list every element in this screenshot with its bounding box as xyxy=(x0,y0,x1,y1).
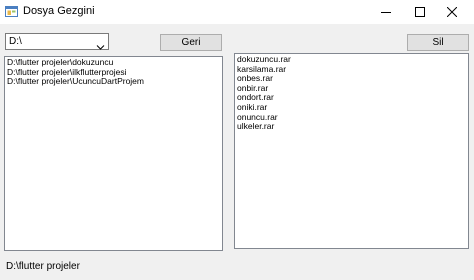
close-icon xyxy=(447,7,457,17)
minimize-icon xyxy=(381,12,391,13)
file-list-item[interactable]: ondort.rar xyxy=(235,93,468,103)
maximize-icon xyxy=(415,7,425,17)
current-path-label: D:\flutter projeler xyxy=(6,261,80,272)
drive-select[interactable]: D:\ xyxy=(5,33,109,50)
close-button[interactable] xyxy=(430,0,474,24)
window-title: Dosya Gezgini xyxy=(23,5,95,17)
file-list-item[interactable]: ulkeler.rar xyxy=(235,122,468,132)
drive-select-value: D:\ xyxy=(9,36,22,47)
folder-list-item[interactable]: D:\flutter projeler\UcuncuDartProjem xyxy=(5,77,222,87)
file-list-item[interactable]: onbes.rar xyxy=(235,74,468,84)
app-form-icon xyxy=(5,5,18,18)
back-button[interactable]: Geri xyxy=(160,34,222,51)
title-bar[interactable]: Dosya Gezgini xyxy=(0,0,474,24)
folder-list[interactable]: D:\flutter projeler\dokuzuncu D:\flutter… xyxy=(4,56,223,251)
file-list[interactable]: dokuzuncu.rar karsilama.rar onbes.rar on… xyxy=(234,53,469,249)
delete-button[interactable]: Sil xyxy=(407,34,469,51)
chevron-down-icon xyxy=(96,38,105,50)
